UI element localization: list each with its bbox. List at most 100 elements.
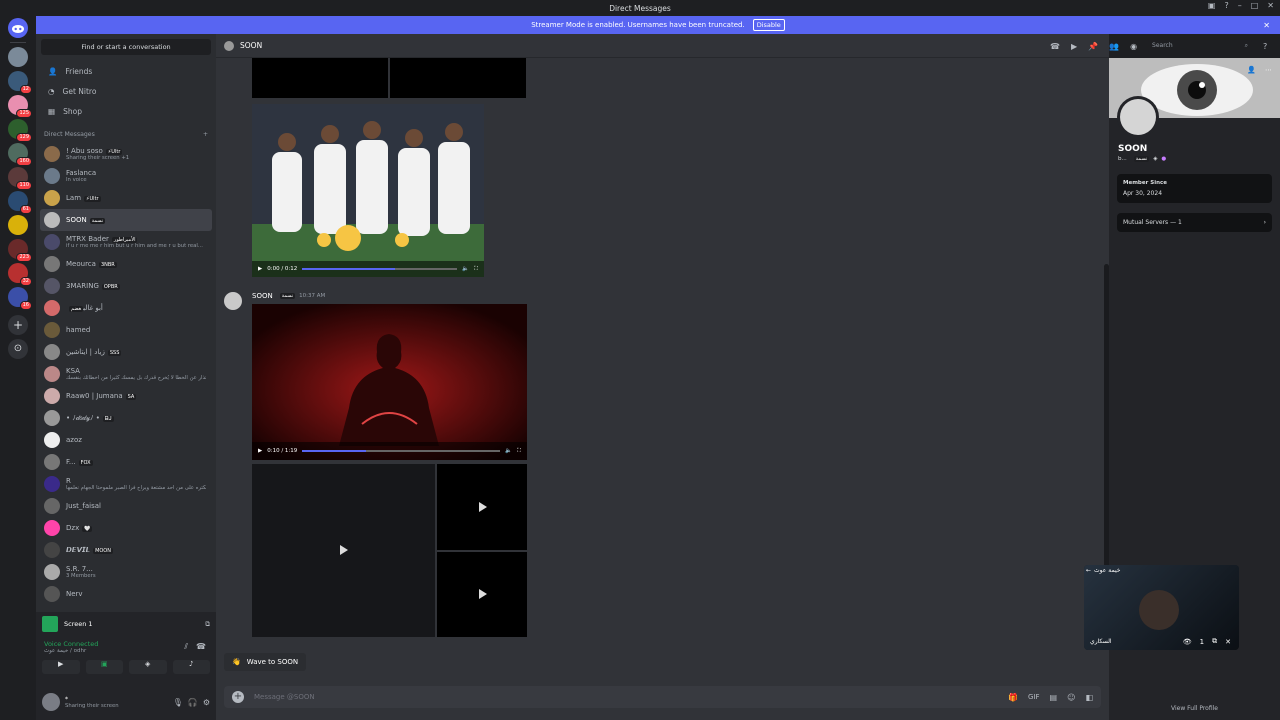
dm-item[interactable]: S.R. 7... 3 Members <box>36 561 216 583</box>
play-icon[interactable]: ▶ <box>258 448 262 454</box>
inbox-icon[interactable]: ▣ <box>1208 1 1216 10</box>
user-avatar[interactable] <box>42 693 60 711</box>
settings-gear-icon[interactable]: ⚙ <box>203 698 210 707</box>
find-conversation-input[interactable]: Find or start a conversation <box>41 39 211 55</box>
back-arrow-icon[interactable]: ← <box>1086 567 1091 574</box>
volume-icon[interactable]: 🔈 <box>462 266 469 272</box>
activity-button[interactable]: ◈ <box>129 660 167 674</box>
camera-button[interactable]: ▶ <box>42 660 80 674</box>
maximize-button[interactable]: □ <box>1251 1 1259 10</box>
add-friends-icon[interactable]: 👥 <box>1109 42 1119 51</box>
nav-nitro[interactable]: ◔ Get Nitro <box>36 81 216 101</box>
wave-button[interactable]: 👋 Wave to SOON <box>224 653 307 671</box>
dm-item[interactable]: Lam ⚡Ultr <box>36 187 216 209</box>
media-attachment[interactable] <box>390 58 526 98</box>
screenshare-button[interactable]: ▣ <box>85 660 123 674</box>
video-attachment[interactable] <box>252 464 435 637</box>
dm-item[interactable]: F... FOX <box>36 451 216 473</box>
soundboard-button[interactable]: ♪ <box>172 660 210 674</box>
close-banner-icon[interactable]: ✕ <box>1263 21 1270 30</box>
close-stream-icon[interactable]: ✕ <box>1225 638 1231 646</box>
server-icon[interactable]: 16 <box>8 287 32 310</box>
video-call-icon[interactable]: ▶ <box>1071 42 1077 51</box>
nav-friends[interactable]: 👤 Friends <box>36 61 216 81</box>
video-player[interactable]: ▶ 0:10 / 1:19 🔈 ⛶ <box>252 304 527 460</box>
add-friend-icon[interactable]: 👤 <box>1247 66 1256 74</box>
server-icon[interactable]: 223 <box>8 239 32 262</box>
dm-item[interactable]: Just_faisal <box>36 495 216 517</box>
view-full-profile-link[interactable]: View Full Profile <box>1109 705 1280 712</box>
author-avatar[interactable] <box>224 292 242 310</box>
dm-item[interactable]: 3MARING OPBR <box>36 275 216 297</box>
message-input[interactable]: Message @SOON <box>254 693 315 701</box>
play-icon[interactable] <box>340 545 348 555</box>
dm-item[interactable]: KSA الاعتذار عن الخطأ لا يُخرج قدرك بل يم… <box>36 363 216 385</box>
dm-item[interactable]: R يكتره على من أحد مشتعة ويراح فرا الصبر … <box>36 473 216 495</box>
dm-item[interactable]: • ﾉ𝒹𝑜𝒹𝓎ﾉ • ᗷᒍ <box>36 407 216 429</box>
server-icon[interactable]: 110 <box>8 167 32 190</box>
close-window-button[interactable]: ✕ <box>1267 1 1274 10</box>
dm-item[interactable]: ! Abu soso ⚡Ultr Sharing their screen +1 <box>36 143 216 165</box>
server-icon[interactable]: 61 <box>8 191 32 214</box>
server-icon[interactable]: 129 <box>8 119 32 142</box>
fullscreen-icon[interactable]: ⛶ <box>517 448 521 455</box>
minimize-button[interactable]: – <box>1238 1 1242 10</box>
nav-shop[interactable]: ▦ Shop <box>36 101 216 121</box>
call-icon[interactable]: ☎ <box>1050 42 1060 51</box>
emoji-icon[interactable]: ☺ <box>1067 693 1075 702</box>
dm-item[interactable]: Dzx 🤍 <box>36 517 216 539</box>
add-server-icon[interactable]: + <box>8 315 28 335</box>
dm-item[interactable]: SOON نسمة <box>40 209 212 231</box>
help-icon[interactable]: ? <box>1224 1 1228 10</box>
play-icon[interactable]: ▶ <box>258 266 262 272</box>
server-icon[interactable] <box>8 47 28 67</box>
more-icon[interactable]: ⋯ <box>1265 66 1272 74</box>
create-dm-icon[interactable]: + <box>203 131 208 143</box>
dm-item[interactable]: أبو غالبغضم <box>36 297 216 319</box>
server-icon[interactable]: 32 <box>8 263 32 286</box>
stream-pip[interactable]: ← خيمة عوث السكاري 👁 1 ⧉ ✕ <box>1084 565 1239 650</box>
dm-item[interactable]: azoz <box>36 429 216 451</box>
media-attachment[interactable] <box>252 58 388 98</box>
video-progress[interactable] <box>302 268 458 270</box>
help-icon[interactable]: ? <box>1263 42 1267 51</box>
message-composer[interactable]: + Message @SOON 🎁 GIF ▤ ☺ ◧ <box>224 686 1101 708</box>
gift-icon[interactable]: 🎁 <box>1008 693 1018 702</box>
popout-icon[interactable]: ⧉ <box>205 620 210 629</box>
popout-icon[interactable]: ⧉ <box>1212 637 1217 646</box>
video-attachment[interactable] <box>437 552 527 637</box>
add-attachment-icon[interactable]: + <box>232 691 244 703</box>
server-icon[interactable]: 160 <box>8 143 32 166</box>
play-icon[interactable] <box>479 502 487 512</box>
disable-button[interactable]: Disable <box>752 19 785 31</box>
mic-icon[interactable]: 🎙 <box>173 698 183 707</box>
gif-icon[interactable]: GIF <box>1028 693 1040 701</box>
pin-icon[interactable]: 📌 <box>1088 42 1098 51</box>
dm-item[interactable]: Nerv <box>36 583 216 605</box>
server-icon[interactable]: 12 <box>8 71 32 94</box>
dm-item[interactable]: MTRX Bader الأمبراطور if u r me me r him b… <box>36 231 216 253</box>
headphones-icon[interactable]: 🎧 <box>188 698 198 707</box>
disconnect-icon[interactable]: ☎ <box>196 642 206 651</box>
server-icon[interactable]: 125 <box>8 95 32 118</box>
dm-item[interactable]: Raaw0 | Jumana SA <box>36 385 216 407</box>
volume-icon[interactable]: 🔈 <box>505 448 512 454</box>
sticker-icon[interactable]: ▤ <box>1050 693 1058 702</box>
discover-icon[interactable]: ⊙ <box>8 339 28 359</box>
user-profile-icon[interactable]: ◉ <box>1130 42 1137 51</box>
fullscreen-icon[interactable]: ⛶ <box>474 266 478 273</box>
dm-item[interactable]: hamed <box>36 319 216 341</box>
dm-item[interactable]: Faslanca In voice <box>36 165 216 187</box>
search-input[interactable]: Search ⌕ <box>1148 40 1253 52</box>
noise-suppression-icon[interactable]: ⫽ <box>184 642 188 652</box>
dm-item[interactable]: 𝘿𝙀𝙑𝙄𝙇 MOON <box>36 539 216 561</box>
home-button[interactable] <box>8 18 28 38</box>
server-icon[interactable] <box>8 215 28 235</box>
play-icon[interactable] <box>479 589 487 599</box>
mutual-servers[interactable]: Mutual Servers — 1 › <box>1117 213 1272 232</box>
dm-item[interactable]: Meourca 3NBR <box>36 253 216 275</box>
dm-item[interactable]: زياد | ايتاشين SSS <box>36 341 216 363</box>
video-attachment[interactable] <box>437 464 527 550</box>
profile-avatar[interactable] <box>1117 96 1159 138</box>
message-author[interactable]: SOON <box>252 292 273 300</box>
